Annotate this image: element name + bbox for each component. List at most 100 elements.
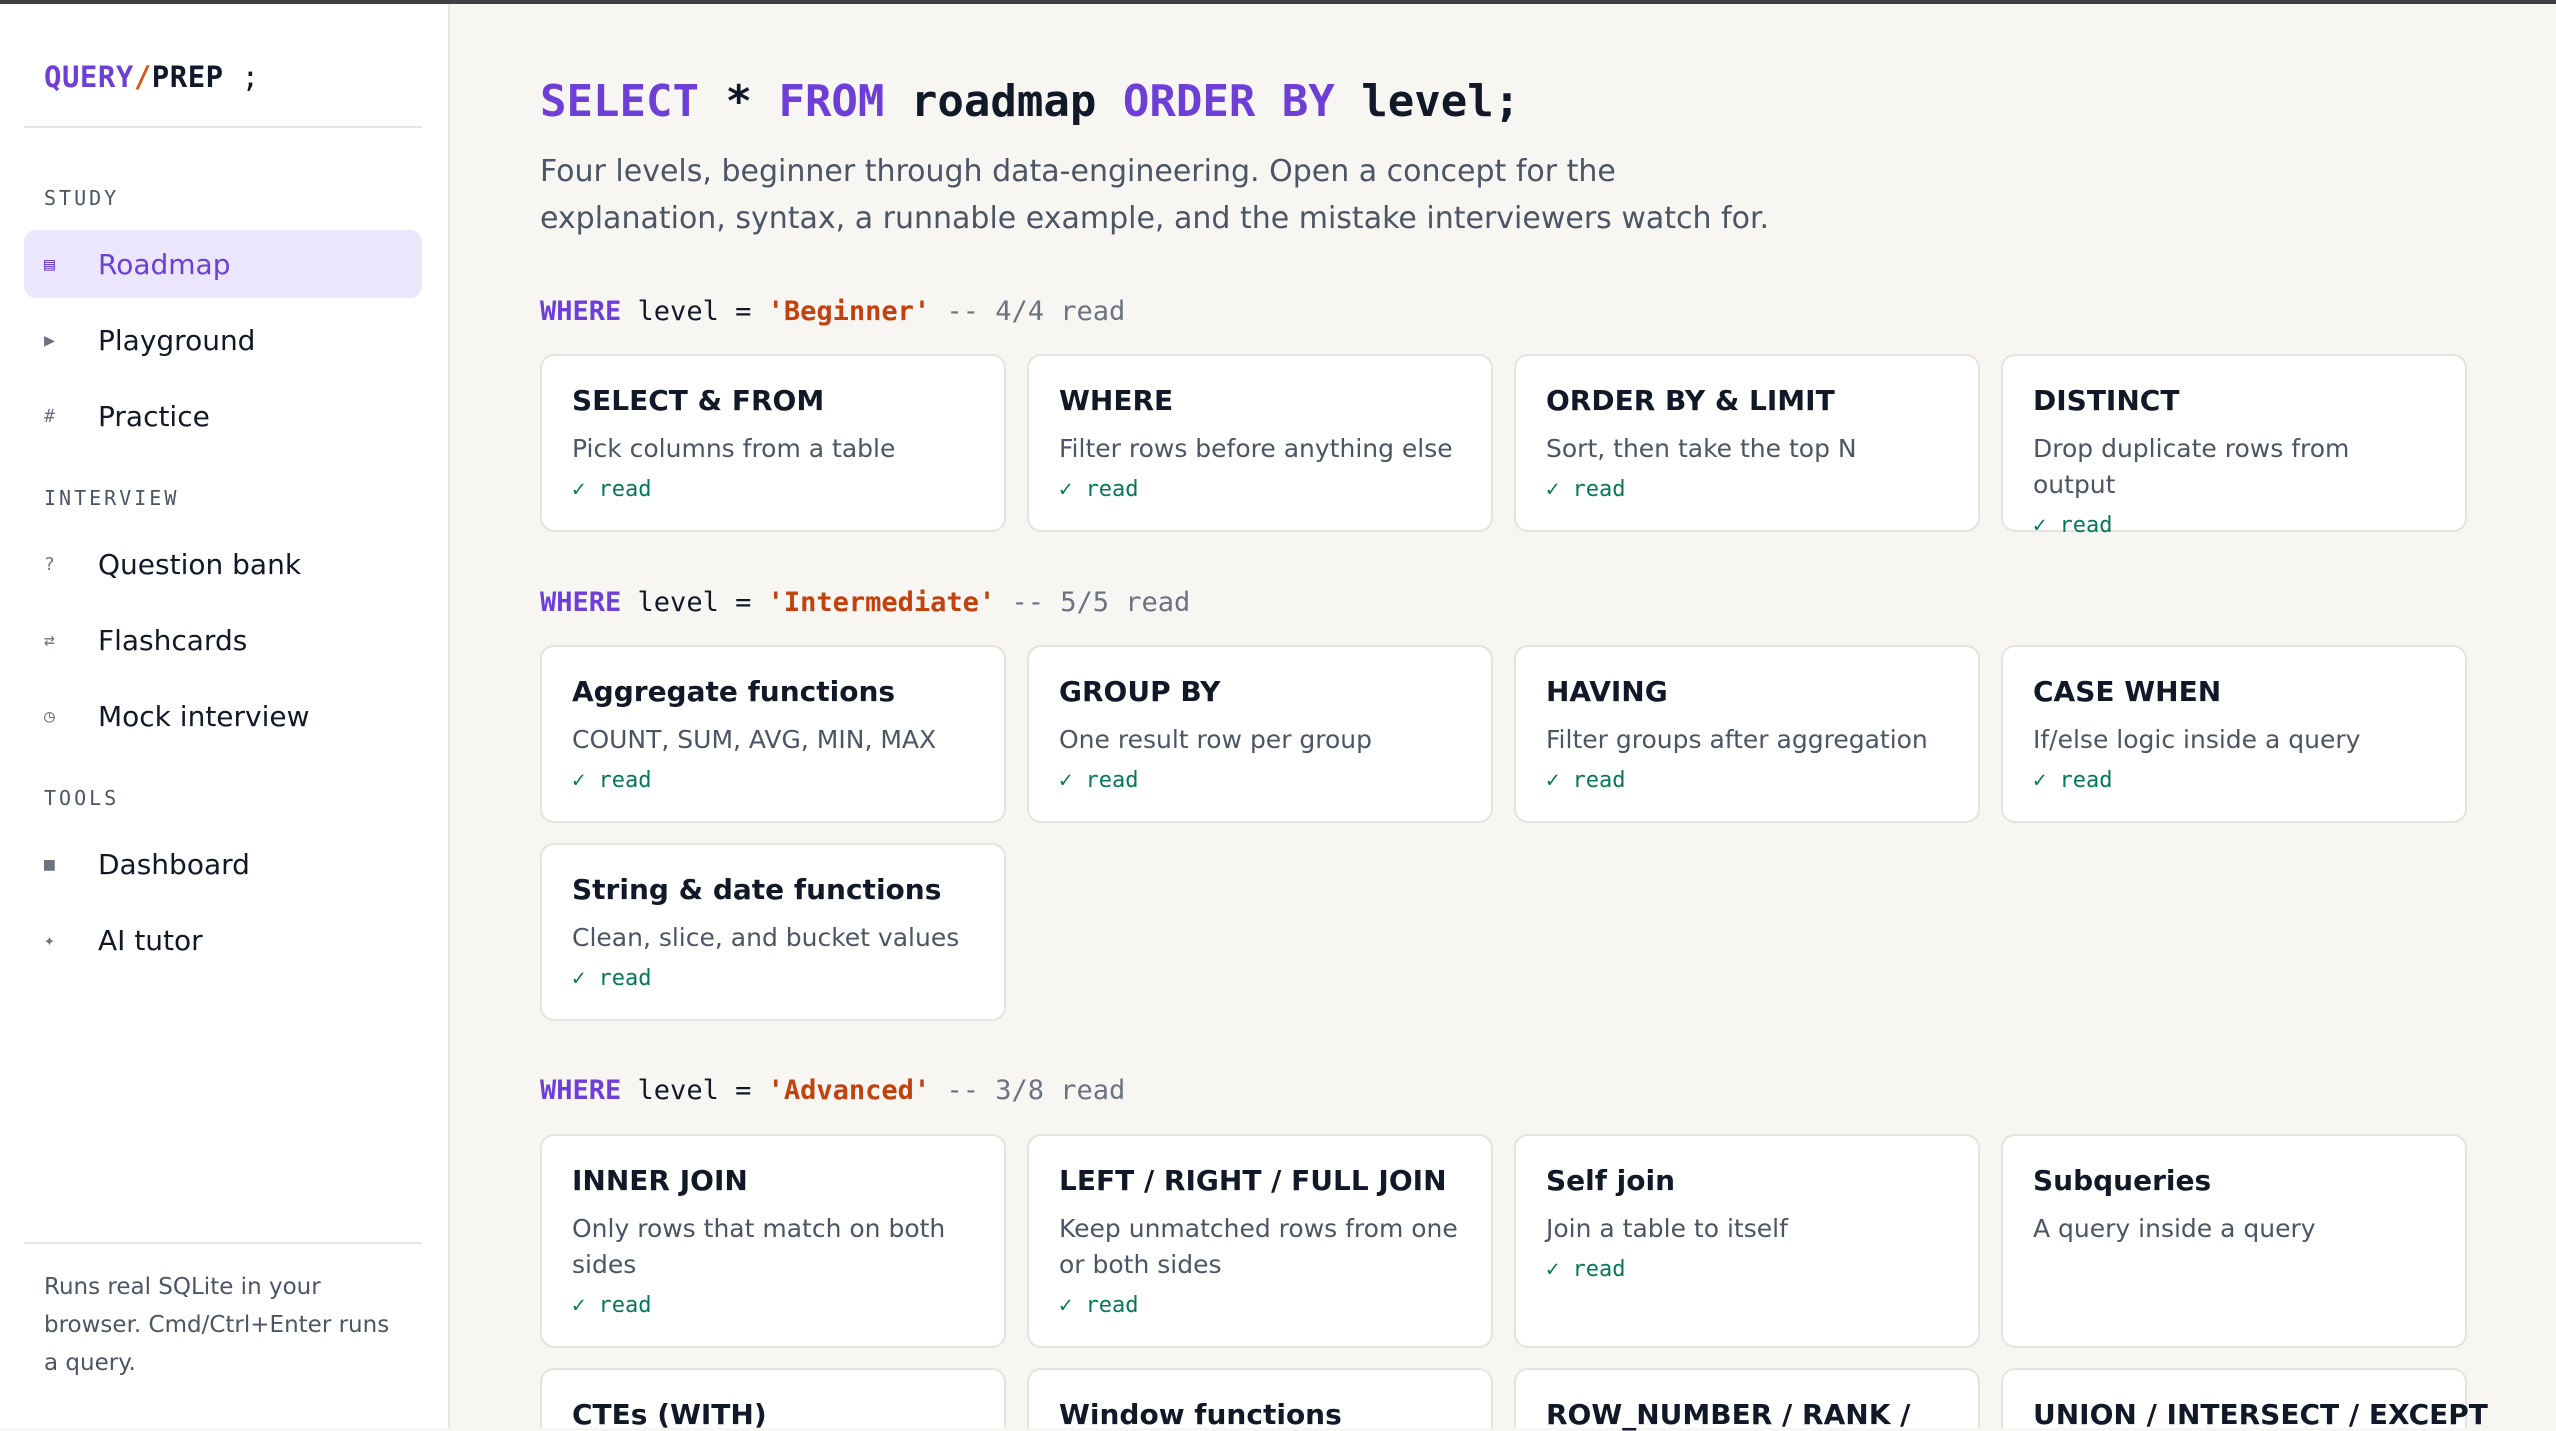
concept-card-ranking-functions[interactable]: ROW_NUMBER / RANK / xyxy=(1514,1368,1980,1431)
card-title: ROW_NUMBER / RANK / xyxy=(1546,1398,1911,1431)
question-icon: ? xyxy=(44,553,55,575)
concept-card-string-date-functions[interactable]: String & date functions Clean, slice, an… xyxy=(540,843,1006,1021)
card-title: LEFT / RIGHT / FULL JOIN xyxy=(1059,1164,1447,1197)
concept-card-where[interactable]: WHERE Filter rows before anything else ✓… xyxy=(1027,354,1493,532)
level-where: WHERE xyxy=(540,296,622,327)
card-description: Clean, slice, and bucket values xyxy=(572,923,960,952)
card-title: GROUP BY xyxy=(1059,675,1221,708)
sidebar-footer-divider xyxy=(24,1242,422,1244)
card-description: Only rows that match on both sides xyxy=(572,1214,946,1279)
card-title: SELECT & FROM xyxy=(572,384,825,417)
page-subtitle: Four levels, beginner through data-engin… xyxy=(540,154,1770,236)
card-description: Join a table to itself xyxy=(1546,1214,1788,1243)
play-icon: ▶ xyxy=(44,329,55,351)
read-status: ✓ read xyxy=(1059,477,1139,502)
sql-keyword: FROM xyxy=(778,76,885,127)
sparkle-icon: ✦ xyxy=(44,929,55,951)
read-status: ✓ read xyxy=(1546,768,1626,793)
level-field: level = xyxy=(637,587,752,618)
card-title: CTEs (WITH) xyxy=(572,1398,767,1431)
concept-card-subqueries[interactable]: Subqueries A query inside a query xyxy=(2001,1134,2467,1348)
read-status: ✓ read xyxy=(1546,1257,1626,1282)
sidebar: QUERY/PREP ; STUDY ▤ Roadmap ▶ Playgroun… xyxy=(0,4,450,1428)
concept-card-aggregate-functions[interactable]: Aggregate functions COUNT, SUM, AVG, MIN… xyxy=(540,645,1006,823)
sidebar-divider xyxy=(24,126,422,128)
card-title: HAVING xyxy=(1546,675,1668,708)
card-description: Filter groups after aggregation xyxy=(1546,725,1928,754)
concept-card-case-when[interactable]: CASE WHEN If/else logic inside a query ✓… xyxy=(2001,645,2467,823)
card-description: Drop duplicate rows from output xyxy=(2033,434,2350,499)
level-value: 'Intermediate' xyxy=(767,587,996,618)
card-description: COUNT, SUM, AVG, MIN, MAX xyxy=(572,725,937,754)
concept-card-set-operations[interactable]: UNION / INTERSECT / EXCEPT xyxy=(2001,1368,2488,1431)
read-status: ✓ read xyxy=(572,1293,652,1318)
hash-icon: # xyxy=(44,405,55,427)
sidebar-item-flashcards[interactable]: ⇄ Flashcards xyxy=(24,606,422,674)
map-icon: ▤ xyxy=(44,253,55,275)
sql-star: * xyxy=(725,76,752,127)
sidebar-item-label: Dashboard xyxy=(98,847,250,881)
card-title: DISTINCT xyxy=(2033,384,2180,417)
sidebar-item-label: Mock interview xyxy=(98,699,310,733)
app-logo[interactable]: QUERY/PREP ; xyxy=(44,60,260,94)
read-status: ✓ read xyxy=(1546,477,1626,502)
card-description: One result row per group xyxy=(1059,725,1373,754)
clock-icon: ◷ xyxy=(44,705,55,727)
logo-query: QUERY xyxy=(44,60,134,94)
sidebar-item-practice[interactable]: # Practice xyxy=(24,382,422,450)
concept-card-select-from[interactable]: SELECT & FROM Pick columns from a table … xyxy=(540,354,1006,532)
read-status: ✓ read xyxy=(572,477,652,502)
read-status: ✓ read xyxy=(2033,768,2113,793)
concept-card-distinct[interactable]: DISTINCT Drop duplicate rows from output… xyxy=(2001,354,2467,538)
level-value: 'Advanced' xyxy=(767,1075,931,1106)
read-status: ✓ read xyxy=(572,966,652,991)
sidebar-item-roadmap[interactable]: ▤ Roadmap xyxy=(24,230,422,298)
card-description: Filter rows before anything else xyxy=(1059,434,1453,463)
sidebar-item-question-bank[interactable]: ? Question bank xyxy=(24,530,422,598)
concept-card-self-join[interactable]: Self join Join a table to itself ✓ read xyxy=(1514,1134,1980,1348)
card-title: Subqueries xyxy=(2033,1164,2212,1197)
sidebar-item-ai-tutor[interactable]: ✦ AI tutor xyxy=(24,906,422,974)
card-description: Pick columns from a table xyxy=(572,434,896,463)
sidebar-item-label: Roadmap xyxy=(98,247,231,281)
sql-table: roadmap xyxy=(910,76,1097,127)
section-label-tools: TOOLS xyxy=(44,786,120,810)
read-status: ✓ read xyxy=(572,768,652,793)
logo-semicolon: ; xyxy=(241,60,260,94)
level-where: WHERE xyxy=(540,1075,622,1106)
level-progress: -- 4/4 read xyxy=(946,296,1126,327)
card-title: Self join xyxy=(1546,1164,1676,1197)
card-title: ORDER BY & LIMIT xyxy=(1546,384,1835,417)
sql-keyword: SELECT xyxy=(540,76,699,127)
concept-card-inner-join[interactable]: INNER JOIN Only rows that match on both … xyxy=(540,1134,1006,1348)
logo-prep: PREP xyxy=(151,60,224,94)
concept-card-ctes[interactable]: CTEs (WITH) xyxy=(540,1368,1006,1431)
section-label-interview: INTERVIEW xyxy=(44,486,180,510)
sidebar-item-label: AI tutor xyxy=(98,923,203,957)
concept-card-outer-joins[interactable]: LEFT / RIGHT / FULL JOIN Keep unmatched … xyxy=(1027,1134,1493,1348)
card-title: Aggregate functions xyxy=(572,675,896,708)
sidebar-item-mock-interview[interactable]: ◷ Mock interview xyxy=(24,682,422,750)
card-title: String & date functions xyxy=(572,873,942,906)
level-value: 'Beginner' xyxy=(767,296,931,327)
level-field: level = xyxy=(637,1075,752,1106)
card-title: INNER JOIN xyxy=(572,1164,748,1197)
concept-card-window-functions[interactable]: Window functions xyxy=(1027,1368,1493,1431)
card-description: Keep unmatched rows from one or both sid… xyxy=(1059,1214,1458,1279)
sidebar-item-dashboard[interactable]: ■ Dashboard xyxy=(24,830,422,898)
page-title: SELECT * FROM roadmap ORDER BY level; xyxy=(540,76,1520,127)
card-title: CASE WHEN xyxy=(2033,675,2222,708)
card-description: Sort, then take the top N xyxy=(1546,434,1857,463)
sql-column: level; xyxy=(1361,76,1521,127)
level-progress: -- 5/5 read xyxy=(1011,587,1191,618)
sidebar-footer-note: Runs real SQLite in your browser. Cmd/Ct… xyxy=(44,1274,390,1376)
sidebar-item-playground[interactable]: ▶ Playground xyxy=(24,306,422,374)
sql-keyword: ORDER BY xyxy=(1122,76,1335,127)
concept-card-group-by[interactable]: GROUP BY One result row per group ✓ read xyxy=(1027,645,1493,823)
card-description: If/else logic inside a query xyxy=(2033,725,2361,754)
concept-card-order-by-limit[interactable]: ORDER BY & LIMIT Sort, then take the top… xyxy=(1514,354,1980,532)
level-progress: -- 3/8 read xyxy=(946,1075,1126,1106)
logo-separator: / xyxy=(133,60,152,94)
card-title: WHERE xyxy=(1059,384,1174,417)
concept-card-having[interactable]: HAVING Filter groups after aggregation ✓… xyxy=(1514,645,1980,823)
